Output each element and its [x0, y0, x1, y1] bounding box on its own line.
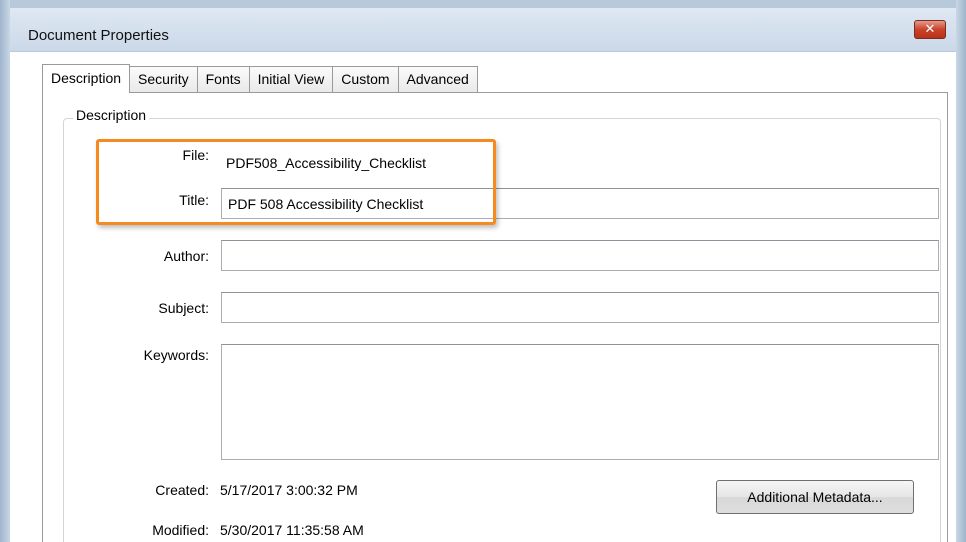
title-bar[interactable]: Document Properties ✕: [10, 8, 956, 52]
tab-description[interactable]: Description: [42, 64, 131, 93]
file-label: File:: [182, 147, 209, 163]
document-properties-dialog: Document Properties ✕ Description Securi…: [10, 8, 956, 542]
title-field[interactable]: [221, 188, 939, 219]
keywords-label: Keywords:: [143, 347, 209, 363]
close-icon: ✕: [924, 22, 936, 37]
modified-label: Modified:: [152, 522, 209, 538]
keywords-field[interactable]: [221, 344, 939, 460]
close-button[interactable]: ✕: [914, 20, 946, 39]
author-label: Author:: [163, 248, 209, 264]
tab-custom[interactable]: Custom: [332, 66, 399, 92]
dialog-title: Document Properties: [28, 27, 169, 44]
window-frame-left: [0, 0, 10, 542]
tab-strip: Description Security Fonts Initial View …: [42, 64, 478, 93]
tab-initial-view[interactable]: Initial View: [248, 66, 334, 92]
window-frame-right: [956, 0, 966, 542]
modified-value: 5/30/2017 11:35:58 AM: [220, 522, 364, 538]
title-label: Title:: [179, 192, 209, 208]
tab-security[interactable]: Security: [129, 66, 198, 92]
description-group: [63, 118, 941, 542]
created-value: 5/17/2017 3:00:32 PM: [220, 482, 358, 498]
tab-advanced[interactable]: Advanced: [397, 66, 478, 92]
tab-fonts[interactable]: Fonts: [196, 66, 250, 92]
description-group-label: Description: [73, 107, 150, 123]
description-panel: Description File: PDF508_Accessibility_C…: [42, 92, 948, 542]
file-value: PDF508_Accessibility_Checklist: [226, 155, 426, 171]
created-label: Created:: [155, 482, 209, 498]
subject-field[interactable]: [221, 292, 939, 323]
window-frame-top: [0, 0, 966, 8]
additional-metadata-button[interactable]: Additional Metadata...: [716, 480, 914, 514]
author-field[interactable]: [221, 240, 939, 271]
subject-label: Subject:: [158, 300, 209, 316]
